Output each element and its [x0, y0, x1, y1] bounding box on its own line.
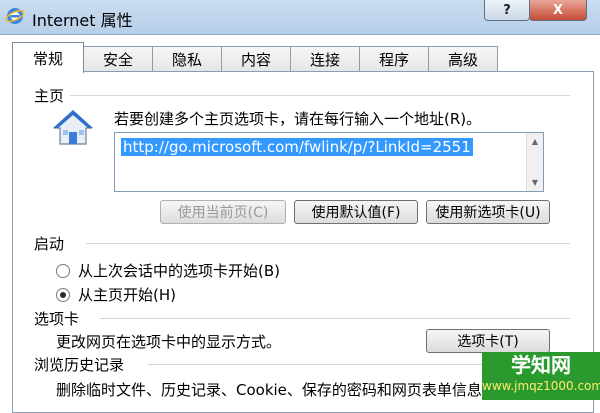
tab-general[interactable]: 常规 [12, 42, 84, 73]
radio-homepage-label: 从主页开始(H) [78, 286, 176, 304]
homepage-instructions: 若要创建多个主页选项卡，请在每行输入一个地址(R)。 [114, 110, 482, 128]
radio-last-session-label: 从上次会话中的选项卡开始(B) [78, 262, 280, 280]
use-new-tab-button[interactable]: 使用新选项卡(U) [426, 200, 550, 224]
watermark-main: 学知网 [511, 353, 571, 377]
tab-advanced[interactable]: 高级 [428, 46, 498, 71]
scroll-down-icon[interactable]: ▼ [527, 178, 543, 187]
radio-homepage[interactable]: 从主页开始(H) [56, 284, 176, 305]
radio-last-session[interactable]: 从上次会话中的选项卡开始(B) [56, 260, 280, 281]
homepage-group-label: 主页 [34, 85, 71, 106]
use-current-button[interactable]: 使用当前页(C) [160, 200, 286, 224]
tab-connections[interactable]: 连接 [290, 46, 360, 71]
tab-programs[interactable]: 程序 [359, 46, 429, 71]
scroll-up-icon[interactable]: ▲ [527, 137, 543, 146]
history-group-label: 浏览历史记录 [34, 354, 131, 375]
site-watermark: 学知网 www.jmqz1000.com [482, 352, 600, 400]
tab-content[interactable]: 内容 [221, 46, 291, 71]
radio-icon[interactable] [56, 263, 70, 278]
history-description: 删除临时文件、历史记录、Cookie、保存的密码和网页表单信息 [56, 381, 482, 399]
startup-group-label: 启动 [34, 233, 71, 254]
tabs-settings-button[interactable]: 选项卡(T) [426, 329, 550, 353]
help-button[interactable]: ? [484, 0, 530, 21]
window-title: Internet 属性 [32, 11, 133, 30]
url-scrollbar[interactable]: ▲ ▼ [526, 133, 543, 191]
tabs-group-label: 选项卡 [34, 308, 86, 329]
radio-dot [60, 291, 66, 298]
use-default-button[interactable]: 使用默认值(F) [294, 200, 418, 224]
homepage-url-textarea[interactable]: http://go.microsoft.com/fwlink/p/?LinkId… [114, 132, 544, 192]
ie-icon [5, 8, 25, 24]
group-divider [64, 95, 570, 96]
radio-icon-selected[interactable] [56, 287, 70, 302]
tab-security[interactable]: 安全 [83, 46, 153, 71]
group-divider [100, 318, 570, 319]
watermark-sub: www.jmqz1000.com [482, 379, 600, 393]
tab-privacy[interactable]: 隐私 [152, 46, 222, 71]
close-button[interactable]: X [529, 0, 587, 21]
home-icon [53, 110, 93, 145]
title-bar: Internet 属性 ? X [0, 0, 600, 35]
tabs-description: 更改网页在选项卡中的显示方式。 [56, 333, 282, 351]
group-divider [86, 243, 570, 244]
homepage-url-value[interactable]: http://go.microsoft.com/fwlink/p/?LinkId… [121, 138, 473, 156]
